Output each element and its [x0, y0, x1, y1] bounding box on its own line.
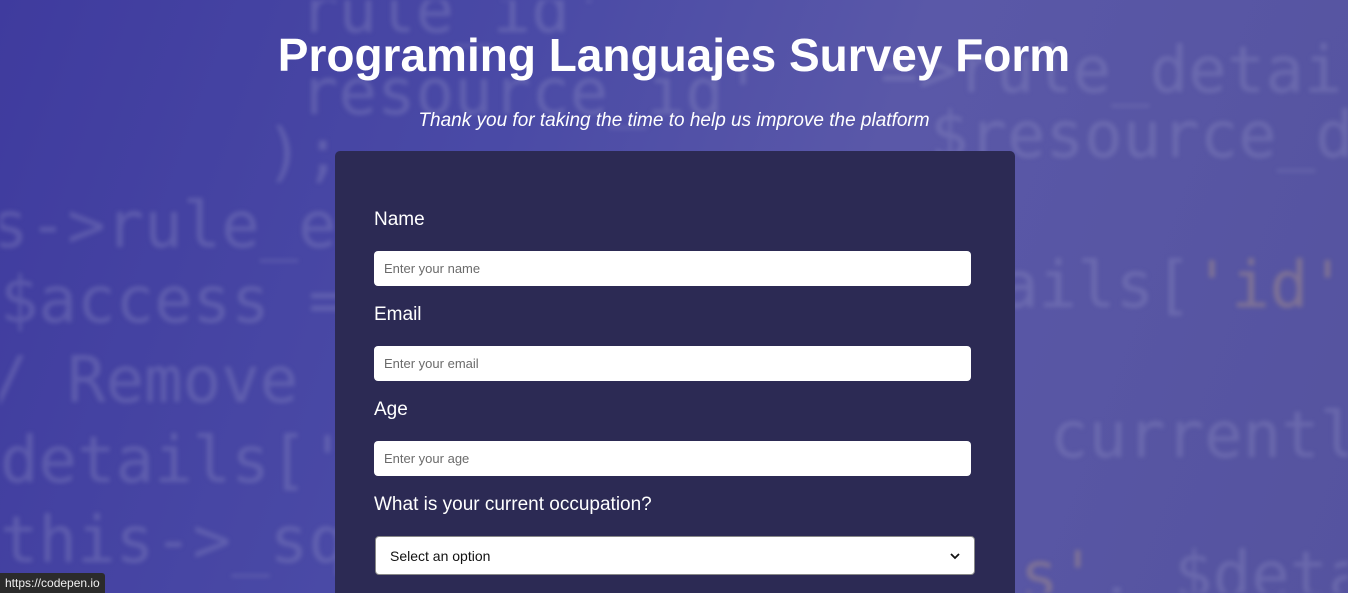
- name-input[interactable]: [374, 251, 971, 286]
- age-input[interactable]: [374, 441, 971, 476]
- survey-form: Name Email Age What is your current occu…: [335, 151, 1015, 593]
- chevron-down-icon: [950, 552, 960, 559]
- occupation-select[interactable]: Select an option: [375, 536, 975, 575]
- status-bar-url: https://codepen.io: [0, 573, 105, 593]
- name-label: Name: [374, 209, 425, 230]
- page-title: Programing Languajes Survey Form: [277, 29, 1071, 81]
- occupation-label: What is your current occupation?: [374, 494, 652, 515]
- occupation-select-value: Select an option: [390, 547, 491, 564]
- email-input[interactable]: [374, 346, 971, 381]
- email-label: Email: [374, 304, 422, 325]
- page-description: Thank you for taking the time to help us…: [418, 110, 930, 131]
- age-label: Age: [374, 399, 408, 420]
